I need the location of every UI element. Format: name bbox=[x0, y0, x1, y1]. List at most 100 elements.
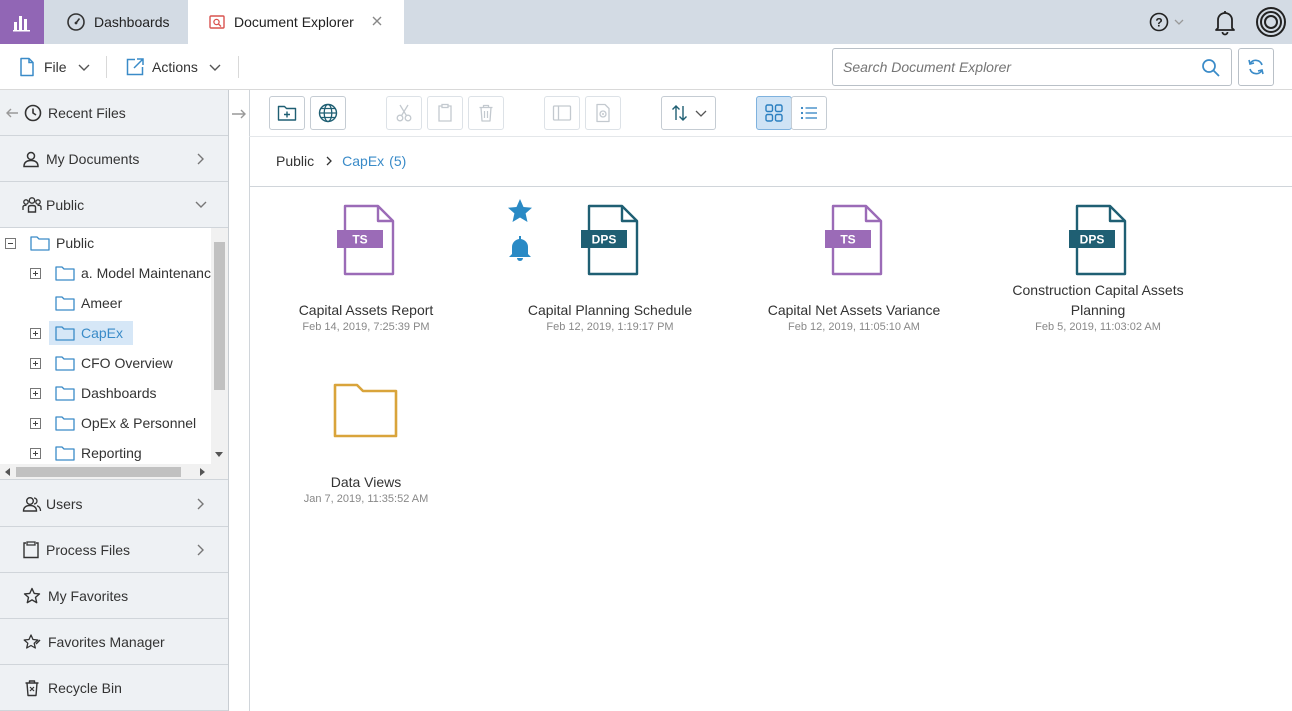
web-link-button[interactable] bbox=[310, 96, 346, 130]
notifications-button[interactable] bbox=[1210, 0, 1240, 44]
scroll-down-icon[interactable] bbox=[215, 452, 223, 458]
folder-icon bbox=[55, 446, 75, 461]
expand-icon[interactable] bbox=[30, 357, 41, 369]
file-menu[interactable]: File bbox=[18, 44, 91, 89]
collapse-icon[interactable] bbox=[5, 237, 16, 249]
external-link-icon bbox=[126, 57, 144, 75]
expand-icon[interactable] bbox=[30, 417, 41, 429]
tab-dashboards[interactable]: Dashboards bbox=[44, 0, 188, 44]
chevron-down-icon bbox=[209, 64, 221, 71]
sidebar-item-my-favorites[interactable]: My Favorites bbox=[0, 573, 228, 619]
breadcrumb-count: (5) bbox=[389, 153, 407, 169]
expand-sidebar-arrow-icon[interactable] bbox=[231, 106, 247, 122]
expand-icon[interactable] bbox=[30, 327, 41, 339]
expand-icon[interactable] bbox=[30, 387, 41, 399]
delete-button[interactable] bbox=[468, 96, 504, 130]
scroll-right-icon[interactable] bbox=[200, 468, 206, 476]
folder-icon bbox=[30, 236, 50, 251]
tree-row-selected[interactable]: CapEx bbox=[30, 318, 134, 348]
star-icon[interactable] bbox=[506, 198, 534, 224]
sort-dropdown[interactable] bbox=[661, 96, 716, 130]
scroll-left-icon[interactable] bbox=[5, 468, 11, 476]
document-item[interactable]: TS Capital Assets Report Feb 14, 2019, 7… bbox=[244, 204, 488, 333]
folder-tree: Public a. Model Maintenance Ameer CapEx bbox=[0, 228, 228, 480]
dps-file-icon: DPS bbox=[1069, 204, 1127, 276]
refresh-icon bbox=[1248, 59, 1264, 75]
user-icon bbox=[23, 151, 39, 168]
file-icon bbox=[20, 57, 34, 76]
sidebar-item-process-files[interactable]: Process Files bbox=[0, 527, 228, 573]
tab-dashboards-label: Dashboards bbox=[94, 14, 170, 30]
search-input[interactable] bbox=[843, 59, 1193, 75]
document-item[interactable]: DPS Construction Capital Assets Planning… bbox=[976, 204, 1220, 333]
document-item[interactable]: DPS Capital Planning Schedule Feb 12, 20… bbox=[488, 199, 732, 333]
folder-icon bbox=[55, 386, 75, 401]
chevron-right-icon bbox=[197, 544, 204, 556]
document-item[interactable]: TS Capital Net Assets Variance Feb 12, 2… bbox=[732, 204, 976, 333]
tab-document-explorer[interactable]: Document Explorer bbox=[188, 0, 404, 44]
tree-vertical-scrollbar[interactable] bbox=[211, 228, 228, 464]
search-icon[interactable] bbox=[1201, 58, 1221, 78]
bell-icon[interactable] bbox=[506, 234, 534, 262]
search-box bbox=[832, 48, 1232, 86]
sidebar-item-my-documents[interactable]: My Documents bbox=[0, 136, 228, 182]
sidebar-item-recent-files[interactable]: Recent Files bbox=[0, 90, 228, 136]
document-name: Capital Planning Schedule bbox=[527, 302, 693, 318]
help-menu[interactable]: ? bbox=[1148, 0, 1185, 44]
sidebar-item-public[interactable]: Public bbox=[0, 182, 228, 228]
grid-view-button[interactable] bbox=[756, 96, 792, 130]
breadcrumb-current[interactable]: CapEx bbox=[342, 153, 384, 169]
folder-date: Jan 7, 2019, 11:35:52 AM bbox=[303, 493, 429, 505]
tree-item-label: Ameer bbox=[81, 295, 123, 311]
expand-icon[interactable] bbox=[30, 267, 41, 279]
file-settings-button[interactable] bbox=[585, 96, 621, 130]
app-logo[interactable] bbox=[0, 0, 44, 44]
breadcrumb: Public CapEx (5) bbox=[276, 153, 406, 169]
clipboard-icon bbox=[438, 103, 452, 122]
sidebar-item-recycle-bin[interactable]: Recycle Bin bbox=[0, 665, 228, 711]
sidebar-item-label: Recycle Bin bbox=[48, 679, 122, 696]
document-date: Feb 14, 2019, 7:25:39 PM bbox=[302, 321, 430, 333]
panel-toggle-button[interactable] bbox=[544, 96, 580, 130]
tree-item-label: Reporting bbox=[81, 445, 142, 461]
process-file-icon bbox=[23, 541, 39, 559]
chevron-down-icon bbox=[78, 64, 90, 71]
cut-button[interactable] bbox=[386, 96, 422, 130]
breadcrumb-root[interactable]: Public bbox=[276, 153, 314, 169]
tab-document-explorer-label: Document Explorer bbox=[234, 14, 354, 30]
chevron-down-icon bbox=[195, 201, 207, 208]
tree-row[interactable]: a. Model Maintenance bbox=[30, 258, 223, 288]
tree-row[interactable]: OpEx & Personnel bbox=[30, 408, 200, 438]
new-folder-button[interactable] bbox=[269, 96, 305, 130]
tree-root-label: Public bbox=[56, 235, 95, 251]
sidebar-item-users[interactable]: Users bbox=[0, 481, 228, 527]
bell-icon bbox=[1215, 11, 1235, 36]
scrollbar-thumb[interactable] bbox=[214, 242, 225, 390]
chevron-down-icon bbox=[1174, 19, 1184, 25]
sidebar: Recent Files My Documents Public Public … bbox=[0, 90, 229, 711]
list-view-button[interactable] bbox=[791, 96, 827, 130]
star-icon bbox=[23, 587, 41, 604]
tree-selected-item[interactable]: CapEx bbox=[49, 321, 134, 345]
close-icon[interactable] bbox=[370, 14, 384, 28]
tree-row-root[interactable]: Public bbox=[5, 228, 98, 258]
expand-icon[interactable] bbox=[30, 447, 41, 459]
sidebar-item-favorites-manager[interactable]: Favorites Manager bbox=[0, 619, 228, 665]
group-icon bbox=[22, 197, 42, 213]
bar-chart-icon bbox=[13, 16, 30, 32]
refresh-button[interactable] bbox=[1238, 48, 1274, 86]
help-icon: ? bbox=[1149, 12, 1169, 32]
user-avatar[interactable] bbox=[1255, 0, 1287, 44]
tree-row[interactable]: Dashboards bbox=[30, 378, 161, 408]
sidebar-item-label: Users bbox=[46, 495, 83, 512]
tree-horizontal-scrollbar[interactable] bbox=[0, 464, 228, 479]
ts-file-icon: TS bbox=[337, 204, 395, 276]
trash-icon bbox=[479, 104, 493, 122]
scrollbar-thumb[interactable] bbox=[16, 467, 181, 477]
tree-row[interactable]: CFO Overview bbox=[30, 348, 177, 378]
paste-button[interactable] bbox=[427, 96, 463, 130]
actions-menu[interactable]: Actions bbox=[125, 44, 222, 89]
tree-row[interactable]: Ameer bbox=[55, 288, 126, 318]
folder-icon bbox=[55, 326, 75, 341]
folder-item[interactable]: Data Views Jan 7, 2019, 11:35:52 AM bbox=[244, 382, 488, 505]
